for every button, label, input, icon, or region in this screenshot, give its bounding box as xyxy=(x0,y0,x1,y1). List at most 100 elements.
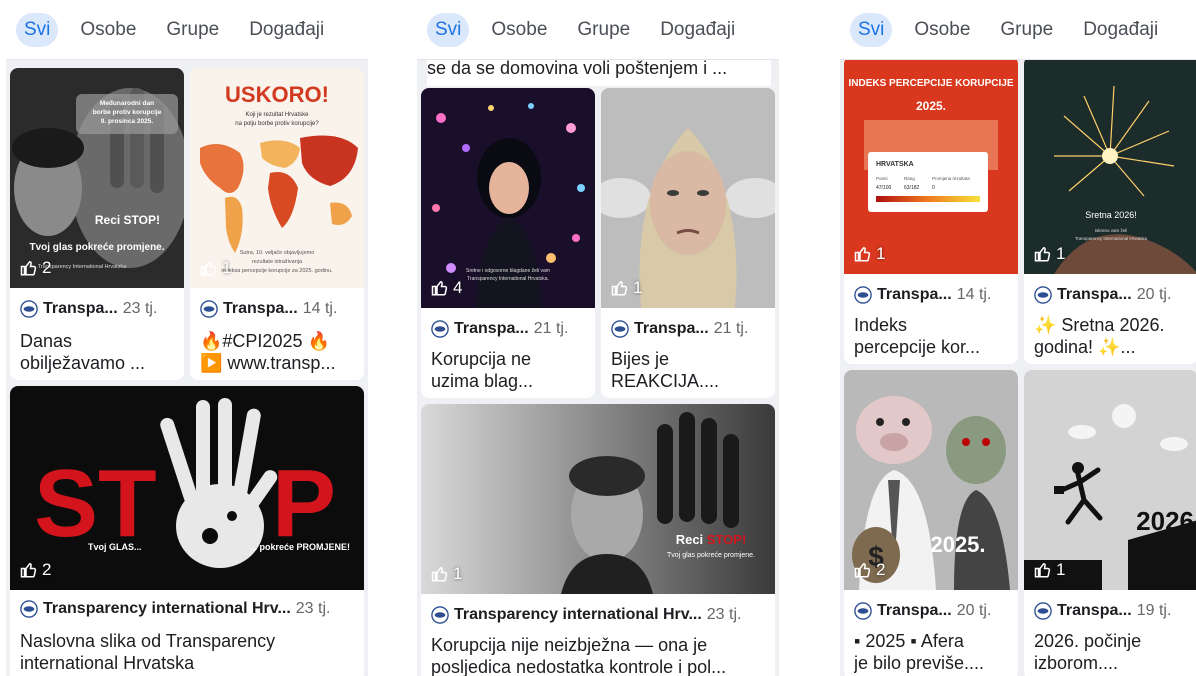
result-card[interactable]: Sretne i odgovorne blagdane želi vam Tra… xyxy=(421,88,595,398)
result-card[interactable]: $ 2025. 2 Transpa... 20 tj. ▪ 2025 ▪ Afe… xyxy=(844,370,1018,676)
post-author-row[interactable]: Transparency international Hrv... 23 tj. xyxy=(431,606,767,624)
post-author-row[interactable]: Transpa... 21 tj. xyxy=(611,320,767,338)
author-name[interactable]: Transpa... xyxy=(43,300,118,318)
post-image[interactable]: Sretna 2026! Iskreno vam želi Transparen… xyxy=(1024,56,1196,274)
post-image[interactable]: Međunarodni dan borbe protiv korupcije 9… xyxy=(10,68,184,288)
result-card[interactable]: ST P Tvoj GLAS... ... pokreće PROMJENE! … xyxy=(10,386,364,676)
tab-groups[interactable]: Grupe xyxy=(992,13,1061,47)
search-results-panel-2: Svi Osobe Grupe Događaji se da se domovi… xyxy=(417,0,779,676)
description-line: REAKCIJA.... xyxy=(611,371,720,391)
post-author-row[interactable]: Transpa... 20 tj. xyxy=(1034,286,1190,304)
image-caption-line: Iskreno vam želi xyxy=(1095,228,1128,233)
post-author-row[interactable]: Transpa... 19 tj. xyxy=(1034,602,1190,620)
author-name[interactable]: Transpa... xyxy=(1057,286,1132,304)
thumbs-up-icon xyxy=(1034,562,1051,578)
tab-events[interactable]: Događaji xyxy=(1075,13,1166,47)
post-description: Bijes je REAKCIJA.... xyxy=(611,348,767,392)
result-card[interactable]: Međunarodni dan borbe protiv korupcije 9… xyxy=(10,68,184,380)
image-caption-right: ... pokreće PROMJENE! xyxy=(249,542,350,552)
tab-all[interactable]: Svi xyxy=(16,12,59,47)
like-count: 1 xyxy=(854,244,885,264)
description-line: ▶️ www.transp... xyxy=(200,353,336,373)
result-card[interactable]: 2026 1 Transpa... 19 tj. 2026. počinje i… xyxy=(1024,370,1196,676)
like-count-value: 2 xyxy=(42,258,52,277)
search-results-panel-3: Svi Osobe Grupe Događaji INDEKS PERCEPCI… xyxy=(840,0,1196,676)
avatar[interactable] xyxy=(431,320,449,338)
post-image[interactable]: USKORO! Koji je rezultat Hrvatske na pol… xyxy=(190,68,364,288)
author-name[interactable]: Transpa... xyxy=(454,320,529,338)
tab-all[interactable]: Svi xyxy=(850,12,893,47)
avatar[interactable] xyxy=(1034,602,1052,620)
image-overlay-subtitle: Tvoj glas pokreće promjene. xyxy=(29,242,164,253)
post-image[interactable]: INDEKS PERCEPCIJE KORUPCIJE 2025. HRVATS… xyxy=(844,56,1018,274)
col-value: 47/100 xyxy=(876,185,892,191)
country-label: HRVATSKA xyxy=(876,161,914,168)
description-line: 2026. počinje xyxy=(1034,631,1142,651)
tab-people[interactable]: Osobe xyxy=(483,13,555,47)
post-image[interactable]: Sretne i odgovorne blagdane želi vam Tra… xyxy=(421,88,595,308)
like-count: 2 xyxy=(854,560,885,580)
avatar[interactable] xyxy=(611,320,629,338)
post-author-row[interactable]: Transpa... 14 tj. xyxy=(854,286,1010,304)
author-name[interactable]: Transpa... xyxy=(877,286,952,304)
author-name[interactable]: Transpa... xyxy=(1057,602,1132,620)
result-card[interactable]: 1 Transpa... 21 tj. Bijes je REAKCIJA...… xyxy=(601,88,775,398)
tab-people[interactable]: Osobe xyxy=(906,13,978,47)
post-author-row[interactable]: Transpa... 21 tj. xyxy=(431,320,587,338)
filter-tabs: Svi Osobe Grupe Događaji xyxy=(417,0,779,60)
post-image[interactable]: Reci STOP! Tvoj glas pokreće promjene. 1 xyxy=(421,404,775,594)
post-author-row[interactable]: Transpa... 14 tj. xyxy=(200,300,356,318)
post-time: 14 tj. xyxy=(302,300,338,317)
result-card[interactable]: Reci STOP! Tvoj glas pokreće promjene. 1… xyxy=(421,404,775,676)
description-line: uzima blag... xyxy=(431,371,534,391)
post-time: 21 tj. xyxy=(713,320,749,337)
description-line: international Hrvatska xyxy=(20,653,195,673)
result-card[interactable]: USKORO! Koji je rezultat Hrvatske na pol… xyxy=(190,68,364,380)
post-author-row[interactable]: Transpa... 20 tj. xyxy=(854,602,1010,620)
post-image[interactable]: 2026 1 xyxy=(1024,370,1196,590)
tab-all[interactable]: Svi xyxy=(427,12,470,47)
thumbs-up-icon xyxy=(431,280,448,296)
post-time: 23 tj. xyxy=(706,606,742,623)
thumbs-up-icon xyxy=(611,280,628,296)
description-line: obilježavamo ... xyxy=(20,353,146,373)
tab-events[interactable]: Događaji xyxy=(241,13,332,47)
like-count: 1 xyxy=(431,564,462,584)
image-subtitle-line: na polju borbe protiv korupcije? xyxy=(235,121,319,127)
like-count-value: 2 xyxy=(876,560,886,579)
avatar[interactable] xyxy=(854,602,872,620)
post-description: ▪ 2025 ▪ Afera je bilo previše.... xyxy=(854,630,1010,674)
post-image[interactable]: $ 2025. 2 xyxy=(844,370,1018,590)
tab-people[interactable]: Osobe xyxy=(72,13,144,47)
stop-text-right: P xyxy=(272,450,336,557)
like-count-value: 2 xyxy=(42,560,52,579)
avatar[interactable] xyxy=(431,606,449,624)
post-author-row[interactable]: Transparency international Hrv... 23 tj. xyxy=(20,600,356,618)
post-image[interactable]: 1 xyxy=(601,88,775,308)
description-line: Korupcija nije neizbježna — ona je xyxy=(431,635,708,655)
post-image[interactable]: ST P Tvoj GLAS... ... pokreće PROMJENE! … xyxy=(10,386,364,590)
post-description: Korupcija nije neizbježna — ona je poslj… xyxy=(431,634,767,676)
tab-groups[interactable]: Grupe xyxy=(569,13,638,47)
result-card[interactable]: INDEKS PERCEPCIJE KORUPCIJE 2025. HRVATS… xyxy=(844,56,1018,364)
author-name[interactable]: Transparency international Hrv... xyxy=(43,600,291,618)
thumbs-up-icon xyxy=(20,260,37,276)
avatar[interactable] xyxy=(20,600,38,618)
result-card[interactable]: Sretna 2026! Iskreno vam želi Transparen… xyxy=(1024,56,1196,364)
like-count: 1 xyxy=(1034,560,1065,580)
description-line: Bijes je xyxy=(611,349,670,369)
author-name[interactable]: Transpa... xyxy=(877,602,952,620)
image-caption-line: Transparency International Hrvatska. xyxy=(467,276,549,282)
like-count: 1 xyxy=(611,278,642,298)
search-results-panel-1: Svi Osobe Grupe Događaji Međunarodni dan… xyxy=(6,0,368,676)
author-name[interactable]: Transpa... xyxy=(223,300,298,318)
avatar[interactable] xyxy=(200,300,218,318)
tab-groups[interactable]: Grupe xyxy=(158,13,227,47)
avatar[interactable] xyxy=(20,300,38,318)
avatar[interactable] xyxy=(1034,286,1052,304)
post-author-row[interactable]: Transpa... 23 tj. xyxy=(20,300,176,318)
avatar[interactable] xyxy=(854,286,872,304)
author-name[interactable]: Transpa... xyxy=(634,320,709,338)
author-name[interactable]: Transparency international Hrv... xyxy=(454,606,702,624)
tab-events[interactable]: Događaji xyxy=(652,13,743,47)
